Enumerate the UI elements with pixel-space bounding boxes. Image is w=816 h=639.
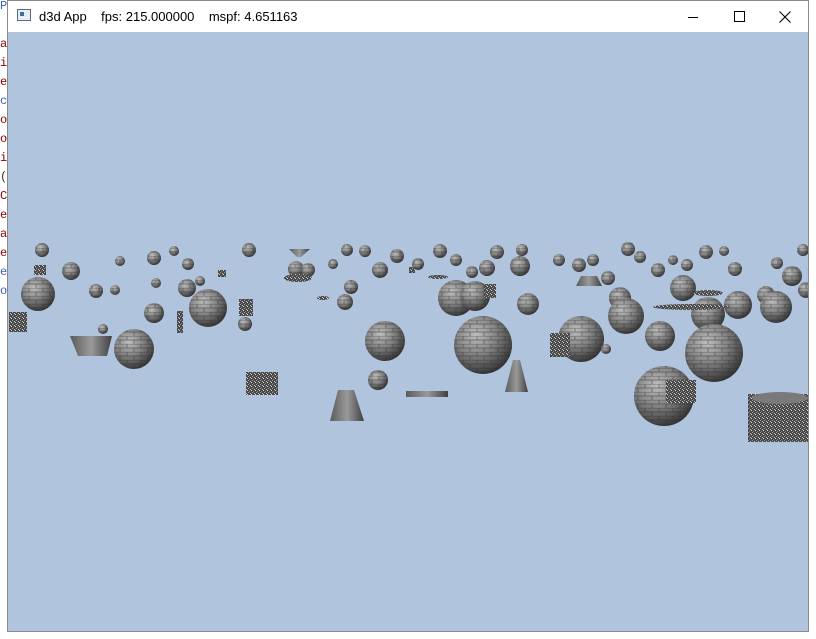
stone-sphere-texture bbox=[608, 298, 644, 334]
stone-frustum bbox=[406, 391, 448, 397]
stone-sphere-texture bbox=[433, 244, 447, 258]
noise-box bbox=[218, 270, 226, 277]
stone-cylinder-top bbox=[752, 392, 808, 404]
stone-sphere-texture bbox=[553, 254, 565, 266]
stone-sphere-texture bbox=[517, 293, 539, 315]
noise-box bbox=[666, 380, 696, 403]
stone-sphere-texture bbox=[151, 278, 161, 288]
stone-sphere-texture bbox=[169, 246, 179, 256]
stone-sphere-texture bbox=[450, 254, 462, 266]
title-bar[interactable]: d3d App fps: 215.000000 mspf: 4.651163 bbox=[8, 1, 808, 32]
minimize-icon bbox=[688, 16, 698, 18]
stone-sphere-texture bbox=[390, 249, 404, 263]
stone-sphere-texture bbox=[601, 271, 615, 285]
stone-sphere-texture bbox=[621, 242, 635, 256]
noise-box bbox=[239, 299, 253, 316]
stone-sphere-texture bbox=[328, 259, 338, 269]
stone-sphere-texture bbox=[337, 294, 353, 310]
stone-sphere-texture bbox=[114, 329, 154, 369]
app-icon bbox=[17, 9, 31, 21]
stone-sphere-texture bbox=[490, 245, 504, 259]
stone-sphere-texture bbox=[372, 262, 388, 278]
noise-box bbox=[177, 311, 183, 333]
stone-sphere-texture bbox=[454, 316, 512, 374]
flat-disc bbox=[653, 304, 729, 310]
stone-sphere-texture bbox=[144, 303, 164, 323]
stone-sphere-texture bbox=[572, 258, 586, 272]
stone-sphere-texture bbox=[35, 243, 49, 257]
stone-sphere-texture bbox=[341, 244, 353, 256]
desktop-bottom bbox=[0, 632, 816, 639]
stone-sphere-texture bbox=[760, 291, 792, 323]
stone-sphere-texture bbox=[368, 370, 388, 390]
stone-sphere-texture bbox=[670, 275, 696, 301]
minimize-button[interactable] bbox=[670, 1, 716, 32]
stone-sphere-texture bbox=[195, 276, 205, 286]
stone-sphere-texture bbox=[728, 262, 742, 276]
stone-sphere-texture bbox=[516, 244, 528, 256]
3d-scene bbox=[8, 32, 808, 631]
flat-disc bbox=[428, 275, 448, 279]
stone-sphere-texture bbox=[634, 251, 646, 263]
stone-sphere-texture bbox=[189, 289, 227, 327]
stone-sphere-texture bbox=[699, 245, 713, 259]
stone-sphere-texture bbox=[62, 262, 80, 280]
stone-sphere-texture bbox=[359, 245, 371, 257]
stone-sphere-texture bbox=[115, 256, 125, 266]
close-button[interactable] bbox=[762, 1, 808, 32]
stone-sphere-texture bbox=[242, 243, 256, 257]
noise-box bbox=[484, 284, 496, 298]
window-title: d3d App fps: 215.000000 mspf: 4.651163 bbox=[39, 9, 298, 24]
stone-sphere-texture bbox=[147, 251, 161, 265]
close-icon bbox=[779, 10, 791, 23]
stone-sphere-texture bbox=[587, 254, 599, 266]
stone-sphere-texture bbox=[782, 266, 802, 286]
stone-sphere-texture bbox=[601, 344, 611, 354]
stone-sphere-texture bbox=[719, 246, 729, 256]
noise-box bbox=[246, 372, 278, 395]
stone-sphere-texture bbox=[238, 317, 252, 331]
stone-sphere-texture bbox=[89, 284, 103, 298]
flat-disc bbox=[284, 274, 312, 282]
stone-sphere-texture bbox=[479, 260, 495, 276]
render-viewport[interactable] bbox=[8, 32, 808, 631]
stone-sphere-texture bbox=[510, 256, 530, 276]
stone-sphere-texture bbox=[98, 324, 108, 334]
maximize-icon bbox=[733, 11, 745, 22]
stone-sphere-texture bbox=[178, 279, 196, 297]
maximize-button[interactable] bbox=[716, 1, 762, 32]
stone-sphere-texture bbox=[668, 255, 678, 265]
stone-sphere-texture bbox=[685, 324, 743, 382]
noise-box bbox=[34, 265, 46, 275]
noise-box bbox=[409, 267, 415, 273]
stone-sphere-texture bbox=[771, 257, 783, 269]
stone-sphere-texture bbox=[182, 258, 194, 270]
stone-sphere-texture bbox=[466, 266, 478, 278]
stone-sphere-texture bbox=[365, 321, 405, 361]
stone-sphere-texture bbox=[21, 277, 55, 311]
stone-cylinder bbox=[752, 398, 808, 442]
stone-sphere-texture bbox=[681, 259, 693, 271]
app-window: d3d App fps: 215.000000 mspf: 4.651163 bbox=[7, 0, 809, 632]
stone-sphere-texture bbox=[651, 263, 665, 277]
noise-box bbox=[9, 312, 27, 332]
noise-box bbox=[550, 333, 570, 357]
stone-sphere-texture bbox=[724, 291, 752, 319]
flat-disc bbox=[317, 296, 329, 300]
stone-sphere-texture bbox=[344, 280, 358, 294]
stone-sphere-texture bbox=[645, 321, 675, 351]
flat-disc bbox=[693, 290, 723, 296]
stone-sphere-texture bbox=[110, 285, 120, 295]
